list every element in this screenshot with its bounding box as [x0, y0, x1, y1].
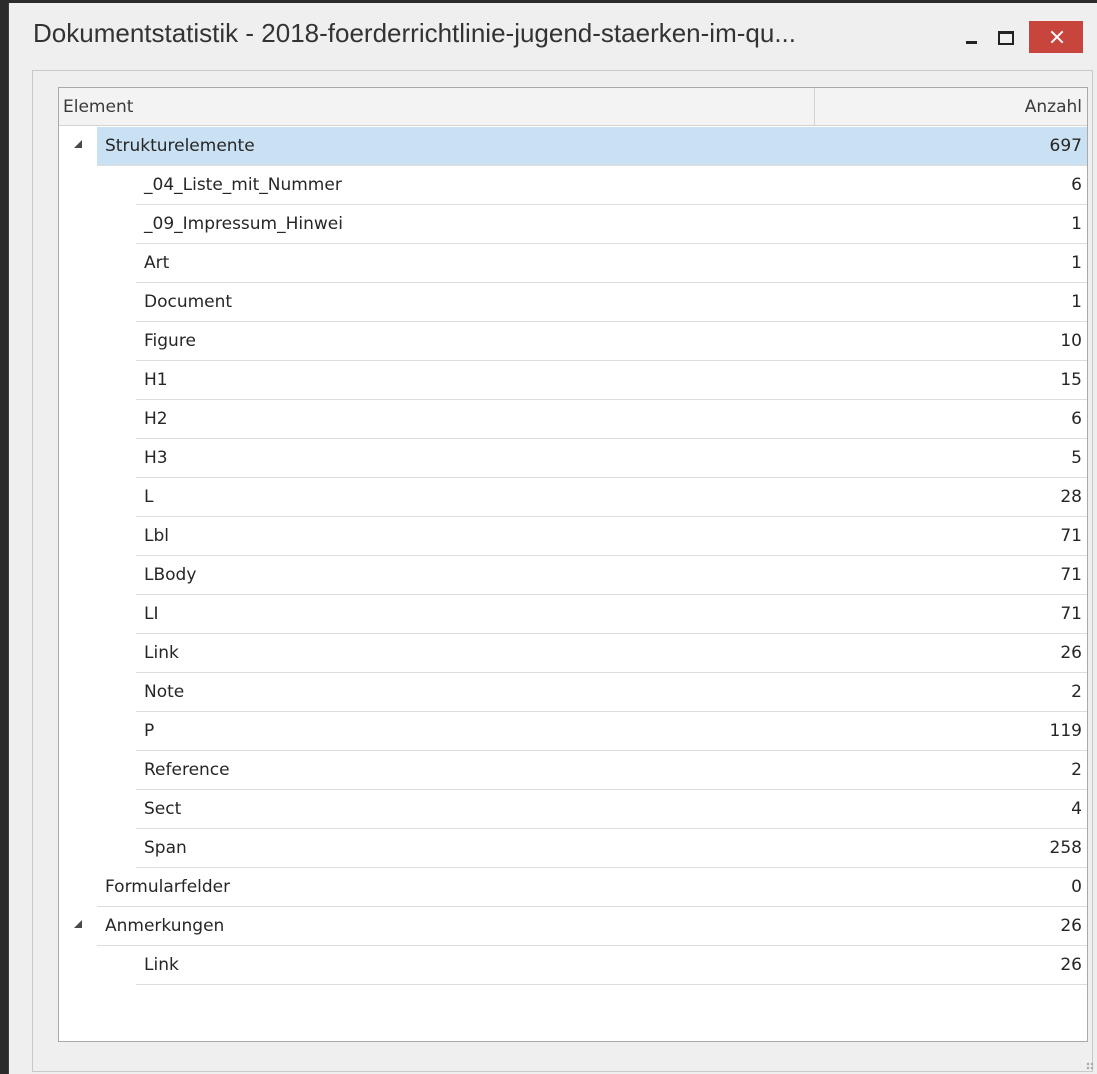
- row-count-value: 6: [1071, 409, 1082, 429]
- row-count-value: 71: [1060, 565, 1082, 585]
- tree-row[interactable]: Reference 2: [59, 751, 1087, 790]
- row-count-value: 2: [1071, 682, 1082, 702]
- row-count-value: 5: [1071, 448, 1082, 468]
- row-count-value: 28: [1060, 487, 1082, 507]
- row-count-value: 697: [1049, 136, 1082, 156]
- statistics-window: Dokumentstatistik - 2018-foerderrichtlin…: [8, 3, 1097, 1074]
- row-element-label: _09_Impressum_Hinwei: [144, 214, 343, 234]
- row-count-value: 26: [1060, 916, 1082, 936]
- row-element-label: Art: [144, 253, 170, 273]
- tree-row[interactable]: Lbl 71: [59, 517, 1087, 556]
- row-count-value: 10: [1060, 331, 1082, 351]
- tree-row[interactable]: Anmerkungen 26: [59, 907, 1087, 946]
- column-header-row: Element Anzahl: [59, 88, 1087, 127]
- row-element-label: Link: [144, 643, 179, 663]
- row-element-label: LBody: [144, 565, 197, 585]
- row-element-label: _04_Liste_mit_Nummer: [144, 175, 342, 195]
- collapse-triangle-icon[interactable]: [74, 920, 82, 928]
- tree-row[interactable]: Link 26: [59, 946, 1087, 985]
- tree-row[interactable]: H2 6: [59, 400, 1087, 439]
- tree-row[interactable]: Document 1: [59, 283, 1087, 322]
- row-element-label: LI: [144, 604, 159, 624]
- row-element-label: H1: [144, 370, 168, 390]
- collapse-triangle-icon[interactable]: [74, 140, 82, 148]
- row-count-value: 26: [1060, 955, 1082, 975]
- statistics-tree-grid[interactable]: Element Anzahl Strukturelemente 697 _04_Li…: [58, 87, 1088, 1042]
- tree-row[interactable]: _09_Impressum_Hinwei 1: [59, 205, 1087, 244]
- content-panel: Element Anzahl Strukturelemente 697 _04_Li…: [32, 70, 1093, 1072]
- row-element-label: Anmerkungen: [105, 916, 225, 936]
- row-count-value: 258: [1049, 838, 1082, 858]
- row-element-label: H3: [144, 448, 168, 468]
- row-count-value: 2: [1071, 760, 1082, 780]
- tree-row[interactable]: H3 5: [59, 439, 1087, 478]
- row-count-value: 71: [1060, 526, 1082, 546]
- tree-row[interactable]: _04_Liste_mit_Nummer 6: [59, 166, 1087, 205]
- tree-row[interactable]: Art 1: [59, 244, 1087, 283]
- tree-row[interactable]: Link 26: [59, 634, 1087, 673]
- row-element-label: L: [144, 487, 154, 507]
- tree-row[interactable]: P 119: [59, 712, 1087, 751]
- row-count-value: 4: [1071, 799, 1082, 819]
- window-title: Dokumentstatistik - 2018-foerderrichtlin…: [33, 18, 796, 48]
- tree-row[interactable]: Note 2: [59, 673, 1087, 712]
- title-bar[interactable]: Dokumentstatistik - 2018-foerderrichtlin…: [9, 3, 1097, 63]
- column-header-element[interactable]: Element: [59, 88, 815, 126]
- row-count-value: 6: [1071, 175, 1082, 195]
- row-count-value: 71: [1060, 604, 1082, 624]
- row-divider: [136, 984, 1087, 985]
- tree-row[interactable]: Strukturelemente 697: [59, 127, 1087, 166]
- tree-row[interactable]: H1 15: [59, 361, 1087, 400]
- row-count-value: 119: [1049, 721, 1082, 741]
- row-element-label: P: [144, 721, 155, 741]
- maximize-icon[interactable]: [983, 23, 1029, 53]
- row-element-label: Note: [144, 682, 185, 702]
- row-count-value: 1: [1071, 253, 1082, 273]
- resize-grip-icon[interactable]: [1086, 1062, 1094, 1070]
- row-count-value: 26: [1060, 643, 1082, 663]
- row-element-label: Figure: [144, 331, 196, 351]
- row-element-label: Strukturelemente: [105, 136, 255, 156]
- row-count-value: 15: [1060, 370, 1082, 390]
- row-count-value: 0: [1071, 877, 1082, 897]
- row-element-label: Span: [144, 838, 187, 858]
- tree-row[interactable]: LI 71: [59, 595, 1087, 634]
- tree-rows: Strukturelemente 697 _04_Liste_mit_Nummer 6…: [59, 127, 1087, 985]
- tree-row[interactable]: Sect 4: [59, 790, 1087, 829]
- row-element-label: Document: [144, 292, 233, 312]
- tree-row[interactable]: LBody 71: [59, 556, 1087, 595]
- close-icon[interactable]: [1029, 21, 1083, 53]
- row-count-value: 1: [1071, 214, 1082, 234]
- column-header-count[interactable]: Anzahl: [815, 88, 1087, 126]
- row-element-label: Lbl: [144, 526, 169, 546]
- tree-row[interactable]: Span 258: [59, 829, 1087, 868]
- row-element-label: Formularfelder: [105, 877, 231, 897]
- row-count-value: 1: [1071, 292, 1082, 312]
- row-element-label: H2: [144, 409, 168, 429]
- row-element-label: Sect: [144, 799, 182, 819]
- tree-row[interactable]: Formularfelder 0: [59, 868, 1087, 907]
- tree-row[interactable]: Figure 10: [59, 322, 1087, 361]
- row-element-label: Link: [144, 955, 179, 975]
- row-element-label: Reference: [144, 760, 230, 780]
- tree-row[interactable]: L 28: [59, 478, 1087, 517]
